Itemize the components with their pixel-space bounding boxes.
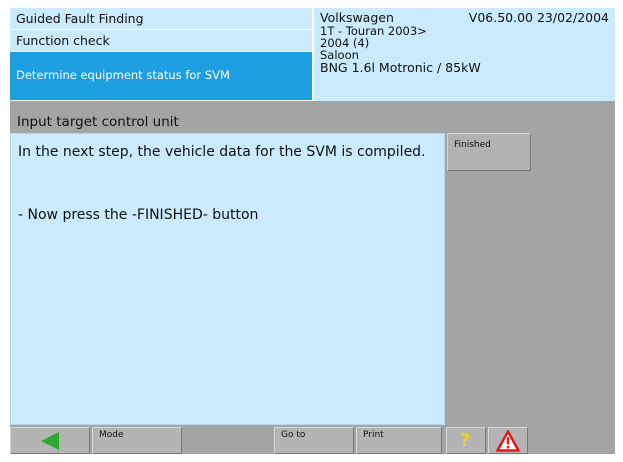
back-button[interactable] xyxy=(10,427,90,454)
finished-button-label: Finished xyxy=(454,140,491,150)
instruction-panel: In the next step, the vehicle data for t… xyxy=(10,133,445,425)
help-icon: ? xyxy=(459,429,471,451)
software-version: V06.50.00 23/02/2004 xyxy=(468,10,609,25)
print-button-label: Print xyxy=(363,430,384,440)
vehicle-make: Volkswagen xyxy=(320,10,394,25)
instruction-action-text: - Now press the -FINISHED- button xyxy=(18,207,259,223)
vehicle-engine: BNG 1.6l Motronic / 85kW xyxy=(320,60,481,75)
print-button[interactable]: Print xyxy=(356,427,442,454)
mode-button-label: Mode xyxy=(99,430,124,440)
vehicle-info-panel: Volkswagen V06.50.00 23/02/2004 1T - Tou… xyxy=(313,8,615,101)
breadcrumb-item-current-step: Determine equipment status for SVM xyxy=(10,52,313,101)
warning-button[interactable] xyxy=(488,427,528,454)
breadcrumb: Guided Fault Finding Function check Dete… xyxy=(10,8,313,101)
toolbar-empty-slot xyxy=(184,427,272,454)
goto-button[interactable]: Go to xyxy=(274,427,354,454)
back-arrow-icon xyxy=(38,430,62,452)
help-button[interactable]: ? xyxy=(446,427,486,454)
goto-button-label: Go to xyxy=(281,430,306,440)
mode-button[interactable]: Mode xyxy=(92,427,182,454)
page-title: Input target control unit xyxy=(10,111,445,133)
finished-button[interactable]: Finished xyxy=(447,133,531,171)
vehicle-year: 2004 (4) xyxy=(320,36,370,50)
breadcrumb-item-function-check: Function check xyxy=(10,30,313,52)
instruction-text: In the next step, the vehicle data for t… xyxy=(18,144,426,160)
breadcrumb-item-guided-fault-finding: Guided Fault Finding xyxy=(10,8,313,30)
warning-icon xyxy=(495,429,521,452)
